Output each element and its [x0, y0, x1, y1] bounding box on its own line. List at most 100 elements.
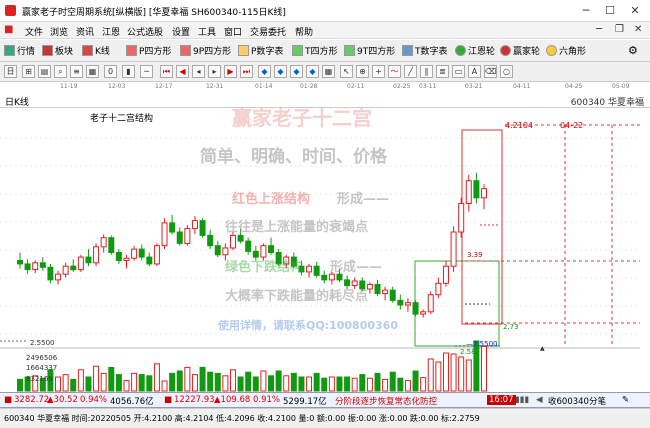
candle-body — [404, 302, 411, 306]
last-icon[interactable]: ⏭ — [240, 65, 253, 78]
kline-chart[interactable]: 4.2104 04-22 3.39 2.73 2.58 —2.5500 ▲ 2.5500 249… — [0, 106, 650, 392]
menu-restore-icon[interactable]: ❐ — [615, 24, 624, 35]
tb-t-table[interactable]: T数字表 — [402, 44, 448, 57]
tb-t-square[interactable]: T四方形 — [292, 44, 338, 57]
menu-window[interactable]: 窗口 — [224, 25, 242, 38]
list-icon[interactable]: ≡ — [70, 65, 83, 78]
watermark-line3: 往往是上涨能量的衰竭点 — [225, 220, 369, 235]
volume-axis-label-2: 1664337 — [26, 364, 57, 372]
tool-icon[interactable]: ⊕ — [356, 65, 369, 78]
tb-sector[interactable]: 板块 — [42, 44, 73, 57]
fib-icon[interactable]: ≣ — [436, 65, 449, 78]
sound-icon[interactable]: ◀ — [536, 395, 543, 405]
cursor-icon[interactable]: ↖ — [340, 65, 353, 78]
zoom-icon[interactable]: ⊞ — [22, 65, 35, 78]
candle-body — [85, 256, 92, 264]
watermark-line2a: 红色上涨结构 — [232, 192, 311, 207]
cross-icon[interactable]: + — [372, 65, 385, 78]
text-icon[interactable]: A — [468, 65, 481, 78]
close-icon[interactable]: ✕ — [624, 3, 646, 19]
trend-icon[interactable]: ╱ — [404, 65, 417, 78]
diamond2-icon[interactable]: ◆ — [274, 65, 287, 78]
menu-settings[interactable]: 设置 — [172, 25, 190, 38]
candle-body — [420, 311, 427, 315]
clock: 16:07 — [487, 395, 516, 405]
menu-tools[interactable]: 工具 — [198, 25, 216, 38]
candle-body — [47, 266, 54, 281]
volume-bar — [131, 372, 138, 392]
circle-icon[interactable]: ○ — [500, 65, 513, 78]
search-icon[interactable]: ⌕ — [54, 65, 67, 78]
minimize-icon[interactable]: ─ — [575, 3, 597, 19]
menu-browse[interactable]: 浏览 — [50, 25, 68, 38]
left-icon[interactable]: ◂ — [192, 65, 205, 78]
channel-icon[interactable]: ∥ — [420, 65, 433, 78]
candle-body — [222, 247, 229, 256]
tb-p-table[interactable]: P数字表 — [238, 44, 283, 57]
calc-icon[interactable]: ▦ — [86, 65, 99, 78]
menu-app-icon[interactable]: ■ — [4, 24, 13, 35]
volume-bar — [420, 377, 427, 392]
grid-icon — [4, 45, 15, 56]
menu-minimize-icon[interactable]: ─ — [596, 24, 602, 35]
candle-body — [169, 222, 176, 233]
volume-axis-label-1: 2496506 — [26, 354, 58, 362]
news-ticker[interactable]: 分阶段逐步恢复常态化防控 — [335, 395, 437, 407]
9p-square-icon — [180, 45, 191, 56]
tb-settings-icon[interactable]: ⚙ — [628, 44, 638, 57]
menu-formula[interactable]: 公式选股 — [127, 25, 163, 38]
chart-icon[interactable]: ▤ — [38, 65, 51, 78]
level-hi-label: 4.2104 — [505, 121, 533, 130]
menu-help[interactable]: 帮助 — [295, 25, 313, 38]
tb-9p-square[interactable]: 9P四方形 — [180, 44, 231, 57]
volume-bar — [321, 377, 328, 392]
menu-gann[interactable]: 江恩 — [102, 25, 120, 38]
date-tick: 03-21 — [465, 83, 483, 90]
bar-icon[interactable]: ▮ — [122, 65, 135, 78]
diamond1-icon[interactable]: ◆ — [258, 65, 271, 78]
wave-icon[interactable]: 〜 — [388, 65, 401, 78]
sh-index-icon: ■ — [4, 395, 13, 405]
grid2-icon[interactable]: ▦ — [322, 65, 335, 78]
menu-trade[interactable]: 交易委托 — [250, 25, 286, 38]
tb-p-square[interactable]: P四方形 — [126, 44, 171, 57]
volume-bar — [412, 370, 419, 392]
status-bar: 600340 华夏幸福 时间:20220505 开:4.2100 高:4.210… — [0, 408, 650, 428]
pen-icon[interactable]: ✎ — [622, 395, 629, 405]
tb-gann-wheel[interactable]: 江恩轮 — [455, 44, 495, 57]
maximize-icon[interactable]: ☐ — [599, 3, 621, 19]
tb-kline[interactable]: K线 — [82, 44, 110, 57]
date-tick: 02-25 — [393, 83, 411, 90]
date-tick: 12-03 — [108, 83, 126, 90]
volume-bar — [382, 378, 389, 392]
tb-winner-wheel[interactable]: 赢家轮 — [500, 44, 540, 57]
diamond4-icon[interactable]: ◆ — [306, 65, 319, 78]
period-icon[interactable]: 日 — [4, 65, 17, 78]
menu-file[interactable]: 文件 — [25, 25, 43, 38]
next-icon[interactable]: ▶ — [224, 65, 237, 78]
prev-icon[interactable]: ◀ — [176, 65, 189, 78]
volume-bar — [306, 376, 313, 392]
tb-9t-square[interactable]: 9T四方形 — [344, 44, 395, 57]
menu-info[interactable]: 资讯 — [76, 25, 94, 38]
eraser-icon[interactable]: ⌫ — [484, 65, 497, 78]
menu-close-icon[interactable]: ✕ — [634, 24, 642, 35]
date-tick: 01-14 — [255, 83, 273, 90]
candle-body — [389, 289, 396, 301]
diamond3-icon[interactable]: ◆ — [290, 65, 303, 78]
level-2.58-label: 2.58 — [460, 348, 476, 356]
zero-icon[interactable]: 0 — [104, 65, 117, 78]
first-icon[interactable]: ⏮ — [160, 65, 173, 78]
tb-quotes[interactable]: 行情 — [4, 44, 35, 57]
right-icon[interactable]: ▸ — [208, 65, 221, 78]
volume-bar — [404, 380, 411, 392]
sh-amount: 4056.76亿 — [110, 397, 154, 407]
volume-bar — [85, 376, 92, 392]
date-tick: 04-11 — [513, 83, 531, 90]
rect-icon[interactable]: ▭ — [452, 65, 465, 78]
tb-hexagon[interactable]: 六角形 — [546, 44, 586, 57]
sz-pct: 0.91% — [253, 395, 281, 405]
date-tick: 03-11 — [419, 83, 437, 90]
dash-icon[interactable]: ─ — [140, 65, 153, 78]
candle-body — [237, 234, 244, 242]
